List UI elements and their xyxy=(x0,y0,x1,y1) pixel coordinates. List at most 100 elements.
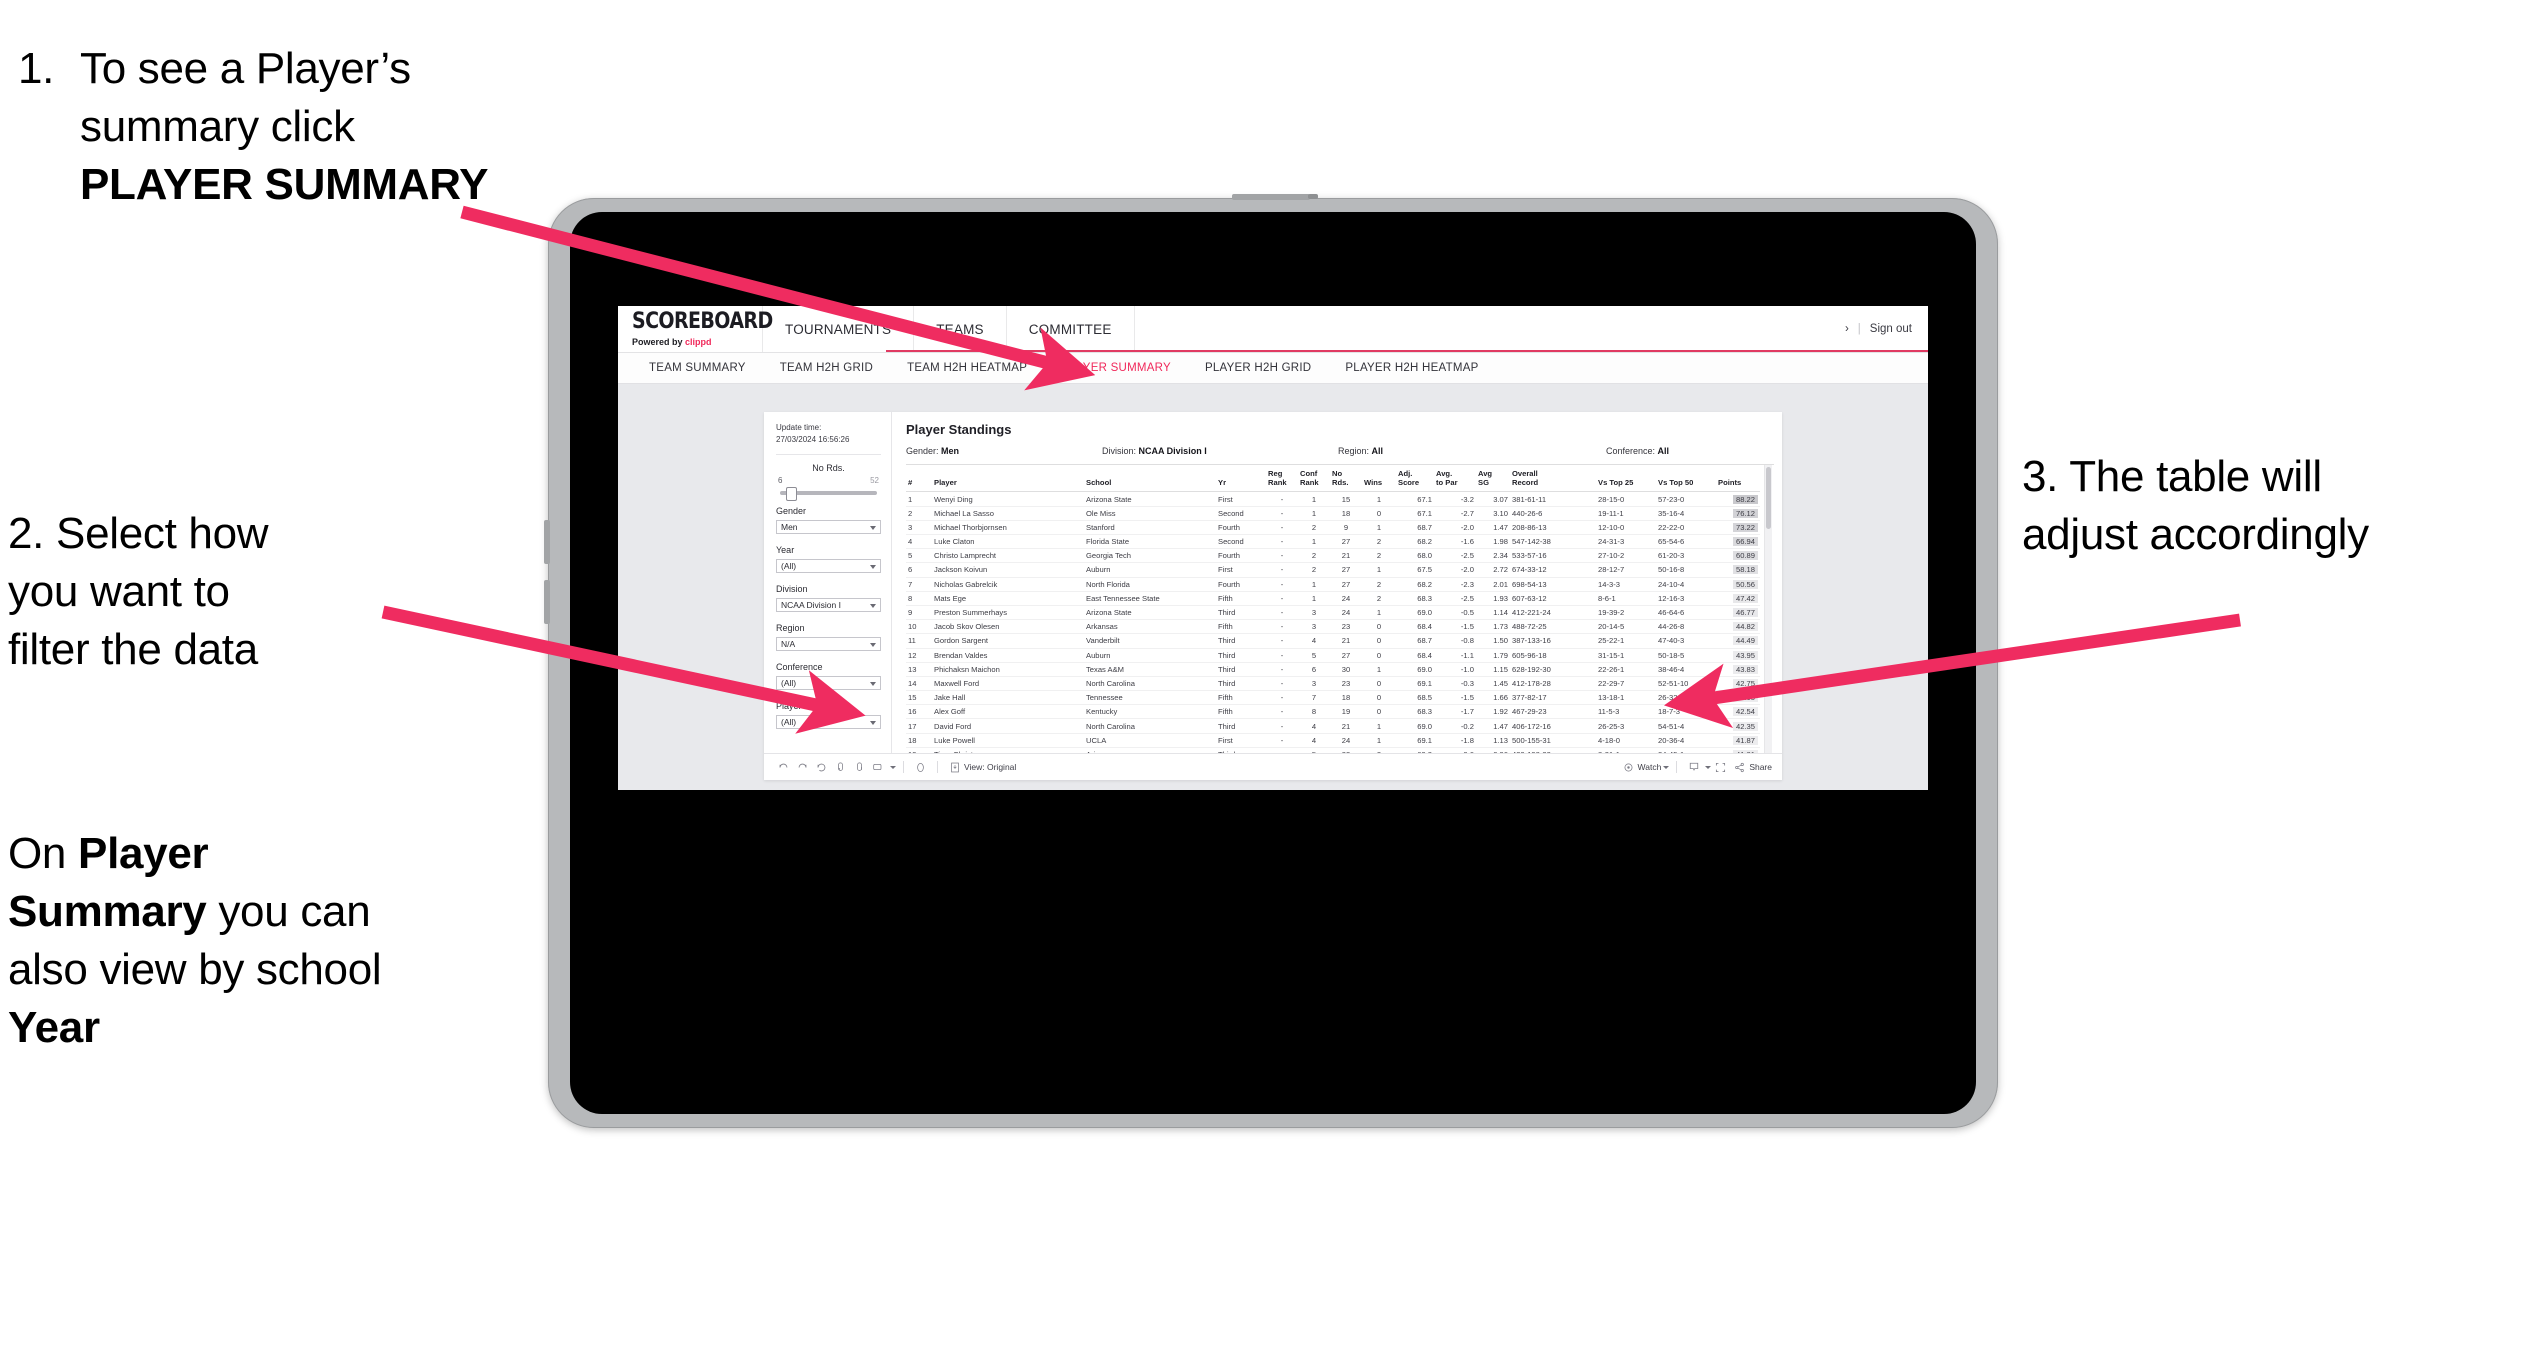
redo-icon[interactable] xyxy=(793,758,812,776)
region-select[interactable]: N/A xyxy=(776,637,881,652)
tab-team-h2h-grid[interactable]: TEAM H2H GRID xyxy=(763,362,890,374)
tab-team-summary[interactable]: TEAM SUMMARY xyxy=(632,362,763,374)
cell-yr: First xyxy=(1216,733,1266,748)
gender-select[interactable]: Men xyxy=(776,520,881,535)
column-header-conf-rank[interactable]: Conf Rank xyxy=(1298,465,1330,493)
volume-down-button[interactable] xyxy=(544,580,550,624)
table-row[interactable]: 17 David Ford North Carolina Third -4 21 1 69.0… xyxy=(906,718,1760,734)
share-button[interactable]: Share xyxy=(1749,762,1772,772)
app-logo[interactable]: SCOREBOARD Powered by clippd xyxy=(618,306,773,352)
table-row[interactable]: 6 Jackson Koivun Auburn First -2 27 1 67.5 -2.0 2… xyxy=(906,562,1760,578)
column-header-[interactable]: # xyxy=(906,465,932,493)
column-header-avg-to-par[interactable]: Avg. to Par xyxy=(1434,465,1476,493)
table-row[interactable]: 9 Preston Summerhays Arizona State Third -3 2… xyxy=(906,605,1760,621)
revert-icon[interactable] xyxy=(812,758,831,776)
no-rounds-slider-thumb[interactable] xyxy=(785,487,797,502)
table-scrollbar[interactable] xyxy=(1764,465,1772,753)
cell-wins: 2 xyxy=(1362,591,1396,606)
watch-caret-icon[interactable] xyxy=(1663,765,1670,769)
no-rounds-slider[interactable] xyxy=(780,487,877,502)
column-header-yr[interactable]: Yr xyxy=(1216,465,1266,493)
table-row[interactable]: 14 Maxwell Ford North Carolina Third -3 23 0 69… xyxy=(906,676,1760,692)
column-header-overall-record[interactable]: Overall Record xyxy=(1510,465,1596,493)
column-header-points[interactable]: Points xyxy=(1716,465,1760,493)
cell-points: 66.94 xyxy=(1716,534,1760,550)
tab-team-h2h-heatmap[interactable]: TEAM H2H HEATMAP xyxy=(890,362,1044,374)
cell-school: Stanford xyxy=(1084,520,1216,536)
table-row[interactable]: 16 Alex Goff Kentucky Fifth -8 19 0 68.3 -1.7 1.9… xyxy=(906,704,1760,720)
column-header-avg-sg[interactable]: Avg SG xyxy=(1476,465,1510,493)
cell-school: Arizona State xyxy=(1084,605,1216,621)
table-scrollbar-thumb[interactable] xyxy=(1766,467,1771,529)
table-row[interactable]: 18 Luke Powell UCLA First -4 24 1 69.1 -1.8 1.13 5… xyxy=(906,733,1760,748)
cell-yr: Third xyxy=(1216,605,1266,621)
tablet-screen: SCOREBOARD Powered by clippd TOURNAMENTS… xyxy=(570,212,1976,1114)
download-icon[interactable] xyxy=(1684,758,1703,776)
cell-adj-score: 68.2 xyxy=(1396,534,1434,550)
table-row[interactable]: 2 Michael La Sasso Ole Miss Second -1 18 0 67.1… xyxy=(906,506,1760,521)
refresh-icon[interactable] xyxy=(831,758,850,776)
sign-out-link[interactable]: Sign out xyxy=(1870,323,1912,335)
cell-adj-score: 69.0 xyxy=(1396,662,1434,677)
device-layout-caret-icon[interactable] xyxy=(890,765,896,769)
table-row[interactable]: 13 Phichaksn Maichon Texas A&M Third -6 30 1 69… xyxy=(906,662,1760,677)
update-time: Update time: 27/03/2024 16:56:26 xyxy=(776,422,881,445)
topnav-tournaments[interactable]: TOURNAMENTS xyxy=(763,306,915,352)
player-select[interactable]: (All) xyxy=(776,715,881,730)
table-row[interactable]: 8 Mats Ege East Tennessee State Fifth -1 24 2 6… xyxy=(906,591,1760,606)
points-value: 43.95 xyxy=(1732,650,1758,660)
table-row[interactable]: 7 Nicholas Gabrelcik North Florida Fourth -1… xyxy=(906,577,1760,592)
column-header-adj-score[interactable]: Adj. Score xyxy=(1396,465,1434,493)
cell-avg-sg: 1.98 xyxy=(1476,534,1510,550)
column-header-no-rds[interactable]: No Rds. xyxy=(1330,465,1362,493)
tab-player-summary[interactable]: PLAYER SUMMARY xyxy=(1044,362,1188,374)
power-button[interactable] xyxy=(1232,194,1310,200)
cell-no-rds: 9 xyxy=(1330,520,1362,536)
table-row[interactable]: 15 Jake Hall Tennessee Fifth -7 18 0 68.5 -1.5 1.… xyxy=(906,690,1760,706)
column-header-reg-rank[interactable]: Reg Rank xyxy=(1266,465,1298,493)
column-header-player[interactable]: Player xyxy=(932,465,1084,493)
column-header-vs-top-50[interactable]: Vs Top 50 xyxy=(1656,465,1716,493)
pause-icon[interactable] xyxy=(850,758,869,776)
summary-region: Region: All xyxy=(1338,446,1606,456)
cell-points: 43.95 xyxy=(1716,648,1760,663)
view-original-button[interactable]: View: Original xyxy=(964,762,1016,772)
column-header-vs-top-25[interactable]: Vs Top 25 xyxy=(1596,465,1656,493)
fullscreen-icon[interactable] xyxy=(1711,758,1730,776)
table-row[interactable]: 19Tiger ChristensenArizonaThird-523269.2… xyxy=(906,747,1760,753)
year-select[interactable]: (All) xyxy=(776,559,881,574)
column-header-school[interactable]: School xyxy=(1084,465,1216,493)
volume-up-button[interactable] xyxy=(544,520,550,564)
table-row[interactable]: 4 Luke Claton Florida State Second -1 27 2 68.2… xyxy=(906,534,1760,550)
topnav-committee[interactable]: COMMITTEE xyxy=(1007,306,1135,352)
cell-conf-rank: 4 xyxy=(1298,733,1330,748)
table-row[interactable]: 3 Michael Thorbjornsen Stanford Fourth -2 9 1 6… xyxy=(906,520,1760,536)
column-header-wins[interactable]: Wins xyxy=(1362,465,1396,493)
cell-wins: 2 xyxy=(1362,747,1396,753)
device-layout-icon[interactable] xyxy=(869,758,888,776)
share-icon[interactable] xyxy=(1730,758,1749,776)
watch-button[interactable]: Watch xyxy=(1638,762,1662,772)
table-row[interactable]: 10 Jacob Skov Olesen Arkansas Fifth -3 23 0 68.… xyxy=(906,619,1760,635)
cell-adj-score: 67.5 xyxy=(1396,562,1434,578)
cell-conf-rank: 7 xyxy=(1298,690,1330,706)
table-row[interactable]: 1 Wenyi Ding Arizona State First -1 15 1 67.1 -3… xyxy=(906,491,1760,507)
undo-icon[interactable] xyxy=(774,758,793,776)
pause-auto-update-icon[interactable] xyxy=(911,758,930,776)
content-area: Update time: 27/03/2024 16:56:26 No Rds.… xyxy=(618,384,1928,790)
table-row[interactable]: 5 Christo Lamprecht Georgia Tech Fourth -2 21… xyxy=(906,548,1760,564)
conference-select[interactable]: (All) xyxy=(776,676,881,691)
division-select[interactable]: NCAA Division I xyxy=(776,598,881,613)
topnav-teams[interactable]: TEAMS xyxy=(914,306,1007,352)
watch-icon[interactable] xyxy=(1619,758,1638,776)
view-original-icon[interactable] xyxy=(945,758,964,776)
cell-yr: Third xyxy=(1216,633,1266,649)
cell-vs-top-25: 13-18-1 xyxy=(1596,690,1656,706)
table-row[interactable]: 11 Gordon Sargent Vanderbilt Third -4 21 0 68.7… xyxy=(906,633,1760,649)
tab-player-h2h-heatmap[interactable]: PLAYER H2H HEATMAP xyxy=(1328,362,1495,374)
account-chevron-icon[interactable]: › xyxy=(1845,323,1849,335)
tab-player-h2h-grid[interactable]: PLAYER H2H GRID xyxy=(1188,362,1328,374)
table-row[interactable]: 12 Brendan Valdes Auburn Third -5 27 0 68.4 -1.1… xyxy=(906,648,1760,663)
cell-conf-rank: 1 xyxy=(1298,591,1330,606)
annotation-step-3-line-2: adjust accordingly xyxy=(2022,510,2369,560)
